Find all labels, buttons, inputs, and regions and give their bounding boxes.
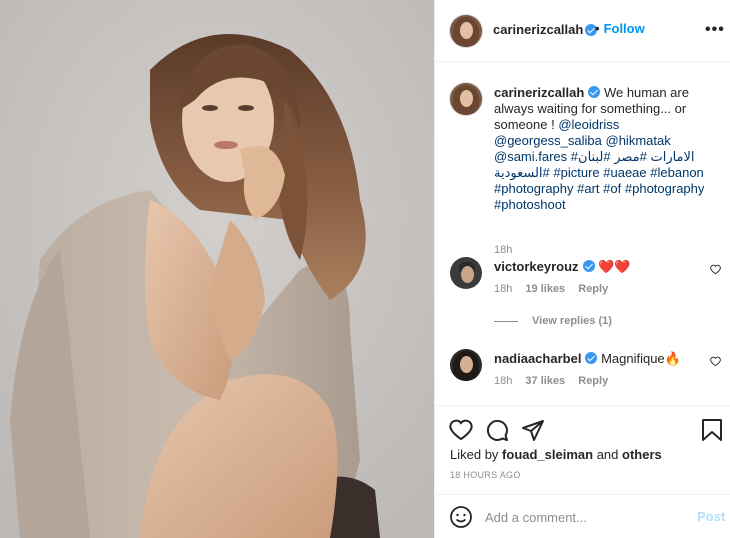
comment-text: ❤️❤️	[598, 259, 631, 274]
hashtag-link[interactable]: #uaeae	[603, 165, 646, 180]
view-replies-label[interactable]: View replies (1)	[532, 315, 612, 327]
author-avatar[interactable]	[450, 15, 482, 47]
mention-link[interactable]: @leoidriss	[558, 117, 619, 132]
heart-icon[interactable]	[449, 418, 473, 442]
heart-icon[interactable]	[710, 264, 721, 275]
post-photo[interactable]	[0, 0, 434, 538]
caption-avatar[interactable]	[450, 83, 482, 115]
author-username[interactable]: carinerizcallah	[493, 22, 583, 37]
post-timestamp[interactable]: 18 HOURS AGO	[450, 470, 521, 480]
comments-list[interactable]: carinerizcallah We human are always wait…	[435, 63, 730, 403]
hashtag-link[interactable]: #photography	[494, 181, 574, 196]
comment-item: nadiaacharbel Magnifique🔥 18h 37 likes R…	[450, 349, 721, 399]
likes-prefix: Liked by	[450, 447, 503, 462]
comment-item: victorkeyrouz ❤️❤️ 18h 19 likes Reply	[450, 257, 721, 307]
comment-time[interactable]: 18h	[494, 283, 512, 295]
mention-link[interactable]: @hikmatak	[606, 133, 671, 148]
hashtag-link[interactable]: #photoshoot	[494, 197, 566, 212]
hashtag-link[interactable]: #photography	[625, 181, 705, 196]
hashtag-link[interactable]: #السعودية	[494, 165, 550, 180]
likes-middle: and	[593, 447, 622, 462]
comment-text: Magnifique🔥	[601, 351, 681, 366]
liked-by-others[interactable]: others	[622, 447, 662, 462]
hashtag-link[interactable]: #لبنان	[578, 149, 611, 164]
verified-icon	[582, 260, 595, 272]
replies-divider	[494, 320, 518, 322]
comment-time[interactable]: 18h	[494, 375, 512, 387]
add-comment-bar: Post	[435, 494, 730, 538]
portrait-image	[0, 0, 434, 538]
comment-meta: 18h 37 likes Reply	[494, 375, 618, 387]
comment-body: nadiaacharbel Magnifique🔥	[494, 351, 681, 367]
commenter-avatar[interactable]	[450, 257, 482, 289]
hashtag-link[interactable]: #lebanon	[650, 165, 704, 180]
commenter-username[interactable]: nadiaacharbel	[494, 351, 581, 366]
post-button[interactable]: Post	[697, 509, 725, 524]
follow-label[interactable]: Follow	[604, 21, 645, 36]
comment-body: victorkeyrouz ❤️❤️	[494, 259, 631, 275]
reply-button[interactable]: Reply	[578, 283, 608, 295]
verified-icon	[588, 86, 601, 98]
hashtag-link[interactable]: #مصر	[614, 149, 647, 164]
reply-button[interactable]: Reply	[578, 375, 608, 387]
likes-summary: Liked by fouad_sleiman and others	[450, 447, 662, 462]
hashtag-link[interactable]: #picture	[553, 165, 599, 180]
action-bar	[435, 405, 730, 453]
view-replies-button[interactable]: View replies (1)	[494, 315, 612, 327]
verified-icon	[585, 352, 598, 364]
hashtag-link[interactable]: #art	[577, 181, 599, 196]
comment-meta: 18h 19 likes Reply	[494, 283, 618, 295]
post-header: carinerizcallah • Follow •••	[435, 0, 730, 62]
caption-username[interactable]: carinerizcallah	[494, 85, 584, 100]
emoji-icon[interactable]	[449, 505, 473, 529]
comment-icon[interactable]	[485, 418, 509, 442]
commenter-username[interactable]: victorkeyrouz	[494, 259, 579, 274]
more-icon[interactable]: •••	[705, 21, 725, 39]
bookmark-icon[interactable]	[701, 418, 723, 442]
post-side-panel: carinerizcallah • Follow ••• carinerizcal…	[434, 0, 730, 538]
mention-link[interactable]: @georgess_saliba	[494, 133, 602, 148]
comment-likes[interactable]: 37 likes	[525, 375, 565, 387]
hashtag-link[interactable]: #of	[603, 181, 621, 196]
caption-timestamp[interactable]: 18h	[494, 244, 512, 256]
commenter-avatar[interactable]	[450, 349, 482, 381]
follow-separator: •	[595, 21, 600, 36]
mention-link[interactable]: @sami.fares	[494, 149, 567, 164]
caption-text: carinerizcallah We human are always wait…	[494, 85, 724, 213]
share-icon[interactable]	[521, 418, 545, 442]
heart-icon[interactable]	[710, 356, 721, 367]
comment-likes[interactable]: 19 likes	[525, 283, 565, 295]
comment-input[interactable]	[485, 507, 685, 527]
follow-button[interactable]: • Follow	[595, 21, 645, 36]
liked-by-user[interactable]: fouad_sleiman	[502, 447, 593, 462]
